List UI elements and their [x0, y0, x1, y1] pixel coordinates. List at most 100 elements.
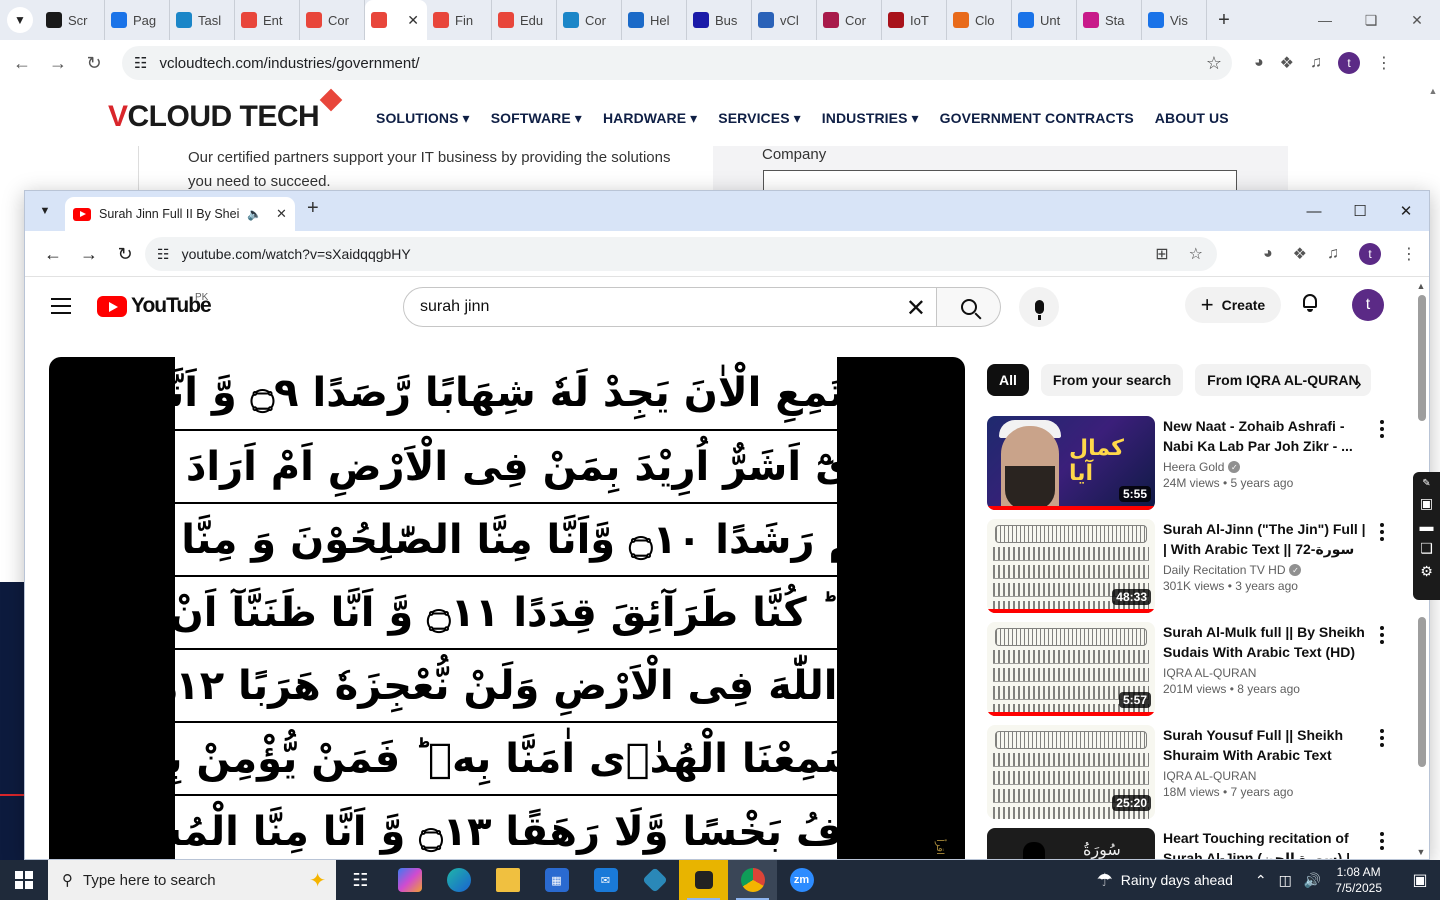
recommendation-item[interactable]: 5:57 Surah Al-Mulk full || By Sheikh Suda…	[987, 622, 1397, 725]
app-diamond-icon[interactable]	[630, 860, 679, 900]
video-player[interactable]: يَسْتَمِعِ الْاٰنَ يَجِدْ لَهٗ شِهَابًا …	[49, 357, 965, 859]
more-menu-icon[interactable]: ⋮	[1376, 53, 1392, 73]
recommendation-item[interactable]: سُورَةُ الجِنّ Heart Touching recitation …	[987, 828, 1397, 859]
chevron-right-icon[interactable]: ›	[1355, 373, 1362, 396]
close-tab-icon[interactable]: ✕	[407, 12, 419, 29]
youtube-logo[interactable]: YouTube PK	[97, 292, 212, 318]
forward-arrow-icon[interactable]: →	[40, 45, 76, 81]
clear-search-icon[interactable]: ✕	[906, 294, 926, 323]
account-avatar[interactable]: t	[1352, 289, 1384, 321]
puzzle-icon[interactable]: ❖	[1280, 53, 1294, 73]
close-icon[interactable]: ✕	[1394, 0, 1440, 40]
weather-widget[interactable]: ☂ Rainy days ahead	[1097, 870, 1233, 891]
notifications-bell-icon[interactable]	[1301, 294, 1319, 312]
browser-tab[interactable]: Cor	[557, 0, 622, 40]
browser-tab[interactable]: vCl	[752, 0, 817, 40]
maximize-icon[interactable]: ☐	[1337, 191, 1383, 231]
more-actions-icon[interactable]	[1380, 832, 1384, 853]
task-view-icon[interactable]: ☷	[336, 860, 385, 900]
more-actions-icon[interactable]	[1380, 626, 1384, 647]
video-camera-icon[interactable]: ▬	[1420, 518, 1434, 534]
browser-tab[interactable]: Vis	[1142, 0, 1207, 40]
channel-name[interactable]: IQRA AL-QURAN	[1163, 769, 1256, 783]
close-tab-icon[interactable]: ✕	[276, 206, 287, 222]
puzzle-icon[interactable]: ❖	[1293, 244, 1307, 264]
background-address-bar[interactable]: ☷ vcloudtech.com/industries/government/ …	[122, 46, 1232, 80]
minimize-icon[interactable]: —	[1291, 191, 1337, 231]
filter-chip[interactable]: From your search	[1040, 364, 1184, 396]
more-actions-icon[interactable]	[1380, 729, 1384, 750]
video-title[interactable]: Surah Al-Mulk full || By Sheikh Sudais W…	[1163, 622, 1367, 662]
recommendation-item[interactable]: كمال آيا 5:55 New Naat - Zohaib Ashrafi - …	[987, 416, 1397, 519]
globe-icon[interactable]: ◕	[1254, 54, 1264, 72]
channel-name[interactable]: IQRA AL-QURAN	[1163, 666, 1256, 680]
pen-icon[interactable]: ✎	[1422, 478, 1430, 489]
site-logo[interactable]: VCLOUD TECH	[108, 88, 343, 134]
browser-tab[interactable]: Fin	[427, 0, 492, 40]
start-button[interactable]	[0, 860, 48, 900]
browser-tab[interactable]: IoT	[882, 0, 947, 40]
close-icon[interactable]: ✕	[1383, 191, 1429, 231]
back-arrow-icon[interactable]: ←	[35, 236, 71, 272]
browser-tab[interactable]: Cor	[817, 0, 882, 40]
site-nav-item[interactable]: HARDWARE ▾	[603, 110, 697, 127]
speaker-icon[interactable]: 🔈	[247, 207, 262, 221]
site-nav-item[interactable]: ABOUT US	[1155, 110, 1229, 127]
reload-icon[interactable]: ↻	[107, 236, 143, 272]
edge-browser-icon[interactable]	[434, 860, 483, 900]
recommendation-item[interactable]: 25:20 Surah Yousuf Full || Sheikh Shuraim…	[987, 725, 1397, 828]
window-capture-icon[interactable]: ❑	[1420, 540, 1433, 557]
copilot-icon[interactable]	[385, 860, 434, 900]
site-info-icon[interactable]: ☷	[157, 246, 170, 263]
scroll-up-icon[interactable]: ▲	[1415, 281, 1427, 291]
scroll-down-icon[interactable]: ▼	[1415, 847, 1427, 857]
channel-name[interactable]: Heera Gold	[1163, 460, 1224, 474]
new-tab-button[interactable]: +	[307, 197, 319, 220]
browser-tab[interactable]: Cor	[300, 0, 365, 40]
browser-tab[interactable]: Clo	[947, 0, 1012, 40]
hamburger-menu-icon[interactable]	[51, 298, 71, 319]
settings-gear-icon[interactable]: ⚙	[1420, 563, 1433, 580]
address-bar[interactable]: ☷ youtube.com/watch?v=sXaidqqgbHY ⊞ ☆	[145, 237, 1217, 271]
network-icon[interactable]: ◫	[1279, 872, 1292, 889]
search-input[interactable]: surah jinn ✕	[403, 287, 937, 327]
bookmark-star-icon[interactable]: ☆	[1206, 53, 1222, 74]
recommendation-item[interactable]: 48:33 Surah Al-Jinn ("The Jin") Full | | …	[987, 519, 1397, 622]
site-nav-item[interactable]: GOVERNMENT CONTRACTS	[940, 110, 1134, 127]
new-tab-button[interactable]: +	[1207, 9, 1241, 32]
video-thumbnail[interactable]: 48:33	[987, 519, 1155, 613]
camera-icon[interactable]: ▣	[1420, 495, 1433, 512]
chrome-icon[interactable]	[728, 860, 777, 900]
video-thumbnail[interactable]: 5:57	[987, 622, 1155, 716]
video-thumbnail[interactable]: سُورَةُ الجِنّ	[987, 828, 1155, 859]
filter-chip[interactable]: From IQRA AL-QURAN	[1195, 364, 1371, 396]
install-app-icon[interactable]: ⊞	[1155, 244, 1168, 264]
more-actions-icon[interactable]	[1380, 420, 1384, 441]
video-title[interactable]: Surah Al-Jinn ("The Jin") Full | | With …	[1163, 519, 1367, 559]
file-explorer-icon[interactable]	[483, 860, 532, 900]
tab-search-button[interactable]: ▼	[0, 0, 40, 40]
browser-tab[interactable]: Scr	[40, 0, 105, 40]
site-nav-item[interactable]: SERVICES ▾	[718, 110, 800, 127]
channel-name[interactable]: Daily Recitation TV HD	[1163, 563, 1285, 577]
site-nav-item[interactable]: INDUSTRIES ▾	[822, 110, 919, 127]
browser-tab[interactable]: Ent	[235, 0, 300, 40]
video-title[interactable]: New Naat - Zohaib Ashrafi - Nabi Ka Lab …	[1163, 416, 1367, 456]
filter-chip[interactable]: All	[987, 364, 1029, 396]
site-nav-item[interactable]: SOLUTIONS ▾	[376, 110, 470, 127]
mail-icon[interactable]: ✉	[581, 860, 630, 900]
reload-icon[interactable]: ↻	[76, 45, 112, 81]
browser-tab[interactable]: Bus	[687, 0, 752, 40]
scrollbar-thumb[interactable]	[1418, 295, 1426, 421]
browser-tab[interactable]: Sta	[1077, 0, 1142, 40]
sticky-notes-icon[interactable]	[679, 860, 728, 900]
tab-search-button[interactable]: ▼	[33, 199, 57, 223]
browser-tab[interactable]: Unt	[1012, 0, 1077, 40]
zoom-icon[interactable]: zm	[777, 860, 826, 900]
more-actions-icon[interactable]	[1380, 523, 1384, 544]
video-thumbnail[interactable]: 25:20	[987, 725, 1155, 819]
video-title[interactable]: Heart Touching recitation of Surah Al-Ji…	[1163, 828, 1367, 859]
browser-tab[interactable]: Edu	[492, 0, 557, 40]
voice-search-button[interactable]	[1019, 287, 1059, 327]
browser-tab[interactable]: Tasl	[170, 0, 235, 40]
